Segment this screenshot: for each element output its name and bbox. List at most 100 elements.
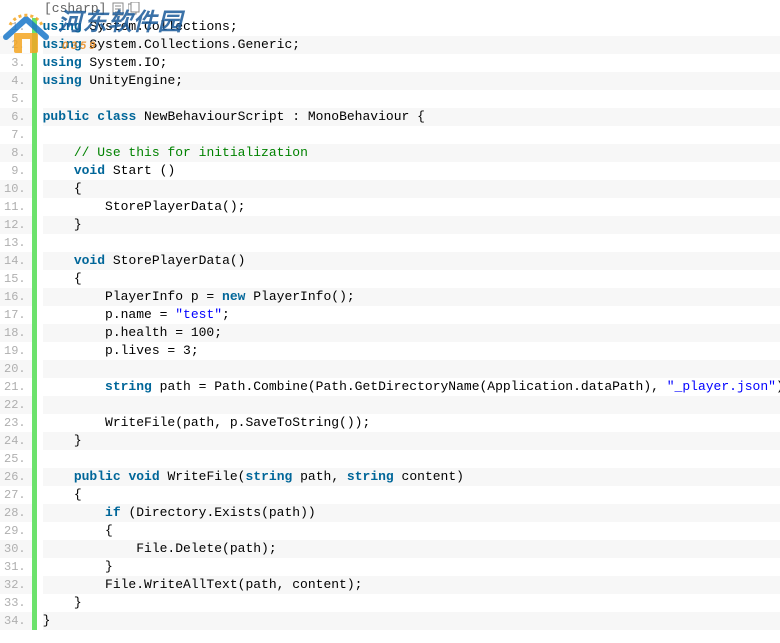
code-line[interactable] [43, 90, 780, 108]
text-token: ; [222, 307, 230, 322]
line-number: 26. [0, 468, 32, 486]
text-token: content) [394, 469, 464, 484]
keyword-token: class [97, 109, 136, 124]
code-line[interactable]: } [43, 594, 780, 612]
code-line[interactable]: } [43, 432, 780, 450]
code-line[interactable]: { [43, 270, 780, 288]
text-token: } [43, 217, 82, 232]
code-line[interactable]: public void WriteFile(string path, strin… [43, 468, 780, 486]
text-token: Start () [105, 163, 175, 178]
code-line[interactable]: void Start () [43, 162, 780, 180]
text-token [43, 505, 105, 520]
code-line[interactable]: // Use this for initialization [43, 144, 780, 162]
code-line[interactable]: PlayerInfo p = new PlayerInfo(); [43, 288, 780, 306]
code-line[interactable]: p.health = 100; [43, 324, 780, 342]
line-number: 24. [0, 432, 32, 450]
line-number: 34. [0, 612, 32, 630]
line-number: 17. [0, 306, 32, 324]
string-token: "test" [175, 307, 222, 322]
line-number: 1. [0, 18, 32, 36]
code-line[interactable]: p.lives = 3; [43, 342, 780, 360]
code-line[interactable] [43, 126, 780, 144]
line-number: 32. [0, 576, 32, 594]
line-number: 9. [0, 162, 32, 180]
code-line[interactable]: { [43, 180, 780, 198]
code-line[interactable] [43, 450, 780, 468]
view-plain-icon[interactable] [112, 2, 124, 16]
line-number: 7. [0, 126, 32, 144]
code-language-annotation: [csharp] [0, 0, 780, 18]
line-number: 6. [0, 108, 32, 126]
code-line[interactable]: } [43, 216, 780, 234]
line-number: 3. [0, 54, 32, 72]
text-token: WriteFile( [160, 469, 246, 484]
keyword-token: if [105, 505, 121, 520]
line-number: 22. [0, 396, 32, 414]
copy-icon[interactable] [128, 2, 140, 16]
keyword-token: string [105, 379, 152, 394]
keyword-token: string [246, 469, 293, 484]
text-token: WriteFile(path, p.SaveToString()); [43, 415, 371, 430]
text-token: } [43, 433, 82, 448]
code-line[interactable]: File.Delete(path); [43, 540, 780, 558]
line-number: 30. [0, 540, 32, 558]
code-line[interactable]: } [43, 612, 780, 630]
code-line[interactable]: using System.Collections; [43, 18, 780, 36]
comment-token: // Use this for initialization [74, 145, 308, 160]
code-line[interactable] [43, 234, 780, 252]
line-number: 31. [0, 558, 32, 576]
text-token: } [43, 595, 82, 610]
code-line[interactable] [43, 396, 780, 414]
code-line[interactable]: public class NewBehaviourScript : MonoBe… [43, 108, 780, 126]
code-line[interactable]: string path = Path.Combine(Path.GetDirec… [43, 378, 780, 396]
text-token [43, 163, 74, 178]
line-number: 27. [0, 486, 32, 504]
line-number: 10. [0, 180, 32, 198]
text-token [43, 379, 105, 394]
line-number: 16. [0, 288, 32, 306]
line-number: 8. [0, 144, 32, 162]
text-token [43, 145, 74, 160]
line-number-gutter: 1. 2. 3. 4. 5. 6. 7. 8. 9.10.11.12.13.14… [0, 18, 37, 630]
code-line[interactable]: File.WriteAllText(path, content); [43, 576, 780, 594]
code-body[interactable]: using System.Collections;using System.Co… [37, 18, 780, 630]
text-token: (Directory.Exists(path)) [121, 505, 316, 520]
text-token: StorePlayerData(); [43, 199, 246, 214]
code-line[interactable]: if (Directory.Exists(path)) [43, 504, 780, 522]
text-token: path = Path.Combine(Path.GetDirectoryNam… [152, 379, 667, 394]
code-line[interactable]: p.name = "test"; [43, 306, 780, 324]
code-line[interactable]: { [43, 486, 780, 504]
code-line[interactable]: { [43, 522, 780, 540]
text-token [43, 253, 74, 268]
code-toolbar [112, 2, 140, 16]
text-token: System.IO; [82, 55, 168, 70]
code-line[interactable]: using System.Collections.Generic; [43, 36, 780, 54]
keyword-token: using [43, 73, 82, 88]
code-line[interactable]: } [43, 558, 780, 576]
text-token: StorePlayerData() [105, 253, 245, 268]
text-token: { [43, 181, 82, 196]
text-token: { [43, 487, 82, 502]
text-token: p.lives = 3; [43, 343, 199, 358]
code-line[interactable]: WriteFile(path, p.SaveToString()); [43, 414, 780, 432]
text-token: { [43, 523, 113, 538]
line-number: 20. [0, 360, 32, 378]
keyword-token: public [74, 469, 121, 484]
line-number: 14. [0, 252, 32, 270]
text-token: path, [292, 469, 347, 484]
line-number: 33. [0, 594, 32, 612]
line-number: 25. [0, 450, 32, 468]
line-number: 15. [0, 270, 32, 288]
text-token: { [43, 271, 82, 286]
text-token: } [43, 613, 51, 628]
code-line[interactable]: StorePlayerData(); [43, 198, 780, 216]
code-line[interactable]: using UnityEngine; [43, 72, 780, 90]
keyword-token: new [222, 289, 245, 304]
keyword-token: using [43, 55, 82, 70]
text-token: System.Collections.Generic; [82, 37, 300, 52]
text-token: NewBehaviourScript : MonoBehaviour { [136, 109, 425, 124]
code-line[interactable]: void StorePlayerData() [43, 252, 780, 270]
code-line[interactable] [43, 360, 780, 378]
code-line[interactable]: using System.IO; [43, 54, 780, 72]
line-number: 11. [0, 198, 32, 216]
